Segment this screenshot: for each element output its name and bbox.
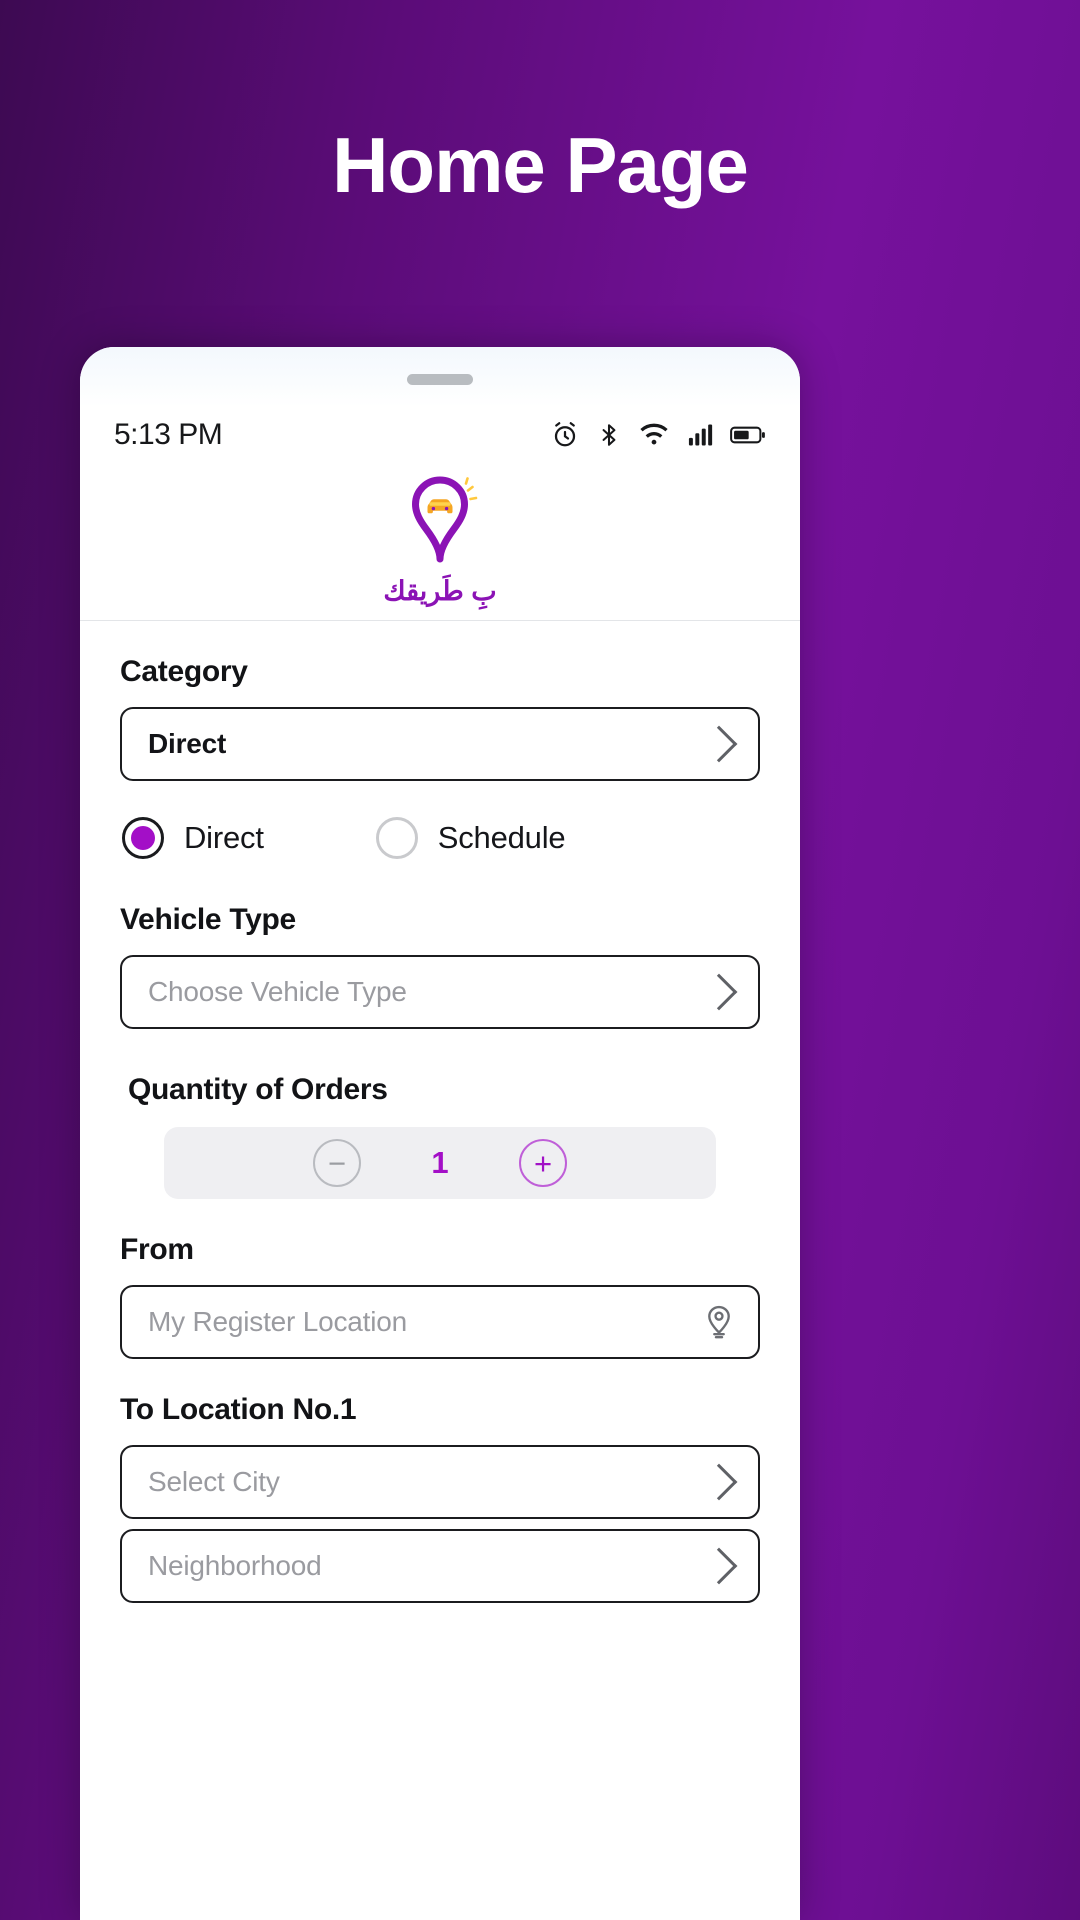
category-label: Category <box>120 655 248 688</box>
quantity-value: 1 <box>431 1145 449 1180</box>
to-location-1-city-select[interactable]: Select City <box>120 1445 760 1519</box>
field-to-location-1: To Location No.1 Select City Neighborhoo… <box>120 1393 760 1603</box>
chevron-right-icon <box>700 1463 738 1501</box>
phone-mockup: 5:13 PM بِ طَريقك Category Direct Direct… <box>80 347 800 1920</box>
vehicle-type-placeholder: Choose Vehicle Type <box>148 976 407 1007</box>
radio-option-direct[interactable]: Direct <box>122 817 264 859</box>
mode-radio-group: Direct Schedule <box>120 817 760 859</box>
radio-label-schedule: Schedule <box>437 820 566 855</box>
page-title: Home Page <box>332 121 749 209</box>
wifi-icon <box>638 420 670 450</box>
city-placeholder: Select City <box>148 1466 280 1497</box>
alarm-icon <box>550 420 580 450</box>
to-location-1-label: To Location No.1 <box>120 1393 357 1426</box>
category-select[interactable]: Direct <box>120 707 760 781</box>
status-bar-icons <box>550 420 766 450</box>
status-bar: 5:13 PM <box>80 409 800 461</box>
chevron-right-icon <box>700 973 738 1011</box>
from-label: From <box>120 1233 194 1266</box>
field-from: From My Register Location <box>120 1233 760 1359</box>
app-logo-text: بِ طَريقك <box>383 576 497 606</box>
status-bar-time: 5:13 PM <box>114 418 223 451</box>
radio-option-schedule[interactable]: Schedule <box>375 817 566 859</box>
bluetooth-icon <box>596 420 622 450</box>
from-placeholder: My Register Location <box>148 1306 408 1337</box>
vehicle-type-select[interactable]: Choose Vehicle Type <box>120 955 760 1029</box>
field-quantity-of-orders: Quantity of Orders − 1 + <box>120 1073 760 1199</box>
car-glyph <box>427 499 453 514</box>
quantity-increment-button[interactable]: + <box>519 1139 567 1187</box>
radio-circle-icon <box>375 817 418 859</box>
category-value: Direct <box>148 728 227 759</box>
neighborhood-placeholder: Neighborhood <box>148 1550 322 1581</box>
radio-label-direct: Direct <box>184 820 264 855</box>
to-location-1-neighborhood-select[interactable]: Neighborhood <box>120 1529 760 1603</box>
quantity-stepper: − 1 + <box>164 1127 716 1199</box>
map-pin-car-icon <box>399 471 481 574</box>
vehicle-type-label: Vehicle Type <box>120 903 296 936</box>
field-category: Category Direct <box>120 655 760 781</box>
radio-dot-icon <box>131 826 155 850</box>
chevron-right-icon <box>700 725 738 763</box>
battery-icon <box>730 420 766 450</box>
chevron-right-icon <box>700 1547 738 1585</box>
field-vehicle-type: Vehicle Type Choose Vehicle Type <box>120 903 760 1029</box>
location-pin-icon[interactable] <box>702 1304 736 1340</box>
quantity-decrement-button[interactable]: − <box>313 1139 361 1187</box>
cellular-signal-icon <box>686 420 714 450</box>
quantity-label: Quantity of Orders <box>128 1073 388 1106</box>
phone-notch-pill <box>407 374 473 385</box>
order-form: Category Direct Direct Schedule Vehicle … <box>80 621 800 1603</box>
from-input[interactable]: My Register Location <box>120 1285 760 1359</box>
app-logo: بِ طَريقك <box>80 469 800 617</box>
radio-circle-icon <box>122 817 164 859</box>
